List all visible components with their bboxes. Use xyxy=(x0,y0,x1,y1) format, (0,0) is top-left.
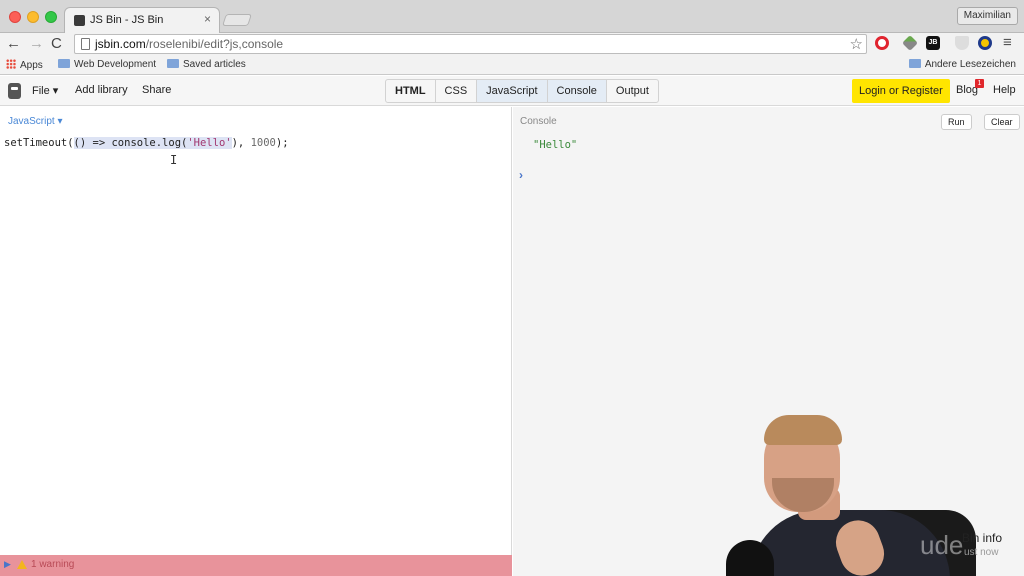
help-link[interactable]: Help xyxy=(993,84,1016,96)
new-tab-button[interactable] xyxy=(222,14,252,26)
file-menu[interactable]: File ▾ xyxy=(32,84,58,97)
jsbin-toolbar: File ▾ Add library Share HTML CSS JavaSc… xyxy=(0,76,1024,106)
code-suffix-b: ); xyxy=(275,137,289,149)
bin-info-timestamp: ust now xyxy=(964,547,999,558)
browser-toolbar: ← → C jsbin.com/roselenibi/edit?js,conso… xyxy=(0,33,1024,56)
bookmark-saved-articles[interactable]: Saved articles xyxy=(167,59,246,70)
add-library-menu[interactable]: Add library xyxy=(75,84,128,96)
udemy-watermark: ude xyxy=(920,530,964,560)
moon-extension-icon[interactable] xyxy=(978,36,992,50)
forward-arrow-icon[interactable]: → xyxy=(29,35,44,53)
warning-icon xyxy=(17,560,27,569)
url-text[interactable]: jsbin.com/roselenibi/edit?js,console xyxy=(95,37,283,51)
bookmark-apps[interactable]: Apps xyxy=(6,59,43,71)
jsbin-favicon-icon xyxy=(74,15,85,26)
folder-icon xyxy=(58,59,70,68)
code-suffix-a: ), xyxy=(231,137,251,149)
bookmark-other-label: Andere Lesezeichen xyxy=(924,59,1016,70)
tab-output[interactable]: Output xyxy=(607,80,658,102)
text-cursor-icon: I xyxy=(170,153,178,167)
bookmark-other[interactable]: Andere Lesezeichen xyxy=(908,59,1016,70)
bookmark-apps-label: Apps xyxy=(20,60,43,71)
minimize-window-button[interactable] xyxy=(27,11,39,23)
blog-notification-badge: 1 xyxy=(975,79,984,88)
code-number: 1000 xyxy=(250,137,276,149)
presenter-hair xyxy=(764,415,842,445)
javascript-editor[interactable]: JavaScript ▾ setTimeout(() => console.lo… xyxy=(0,107,512,555)
address-bar[interactable]: jsbin.com/roselenibi/edit?js,console ☆ xyxy=(74,34,867,54)
jetbrains-extension-icon[interactable]: JB xyxy=(926,36,940,50)
warning-bar[interactable]: ▶ 1 warning xyxy=(0,555,512,576)
url-path: /roselenibi/edit?js,console xyxy=(145,37,284,51)
tab-title: JS Bin - JS Bin xyxy=(90,14,164,26)
tab-javascript[interactable]: JavaScript xyxy=(477,80,548,102)
url-host: jsbin.com xyxy=(95,37,146,51)
code-line[interactable]: setTimeout(() => console.log('Hello'), 1… xyxy=(4,137,289,149)
page-icon xyxy=(81,38,90,50)
code-arrow-fn: () => console.log( xyxy=(73,137,188,149)
bin-info-label[interactable]: Bin info xyxy=(962,531,1002,545)
console-output-line: "Hello" xyxy=(533,139,578,151)
chrome-menu-icon[interactable]: ≡ xyxy=(1003,34,1012,51)
apps-grid-icon xyxy=(6,59,16,69)
back-arrow-icon[interactable]: ← xyxy=(6,35,21,53)
bookmark-label: Saved articles xyxy=(183,59,246,70)
share-menu[interactable]: Share xyxy=(142,84,171,96)
folder-icon xyxy=(908,59,921,68)
run-button[interactable]: Run xyxy=(941,114,972,130)
tab-html[interactable]: HTML xyxy=(386,80,436,102)
color-picker-extension-icon[interactable] xyxy=(902,35,918,51)
login-register-button[interactable]: Login or Register xyxy=(852,79,950,103)
profile-button[interactable]: Maximilian xyxy=(956,7,1018,25)
maximize-window-button[interactable] xyxy=(45,11,57,23)
console-prompt-icon[interactable]: › xyxy=(519,168,523,182)
panel-toggles: HTML CSS JavaScript Console Output xyxy=(385,79,659,103)
browser-tab-bar: JS Bin - JS Bin × Maximilian xyxy=(0,0,1024,33)
opera-extension-icon[interactable] xyxy=(875,36,889,50)
bookmarks-bar: Apps Web Development Saved articles Ande… xyxy=(0,56,1024,75)
bookmark-star-icon[interactable]: ☆ xyxy=(850,35,863,53)
shield-extension-icon[interactable] xyxy=(955,36,969,50)
warning-text[interactable]: 1 warning xyxy=(31,559,74,570)
browser-tab-jsbin[interactable]: JS Bin - JS Bin × xyxy=(64,7,220,33)
clear-button[interactable]: Clear xyxy=(984,114,1020,130)
code-string: 'Hello' xyxy=(187,137,232,149)
close-window-button[interactable] xyxy=(9,11,21,23)
code-prefix: setTimeout( xyxy=(4,137,74,149)
tab-console[interactable]: Console xyxy=(547,80,607,102)
expand-arrow-icon[interactable]: ▶ xyxy=(4,559,11,570)
console-title: Console xyxy=(520,116,557,127)
reload-icon[interactable]: C xyxy=(51,35,62,53)
folder-icon xyxy=(167,59,179,68)
bookmark-web-development[interactable]: Web Development xyxy=(58,59,156,70)
language-selector[interactable]: JavaScript ▾ xyxy=(8,116,62,127)
code-selection: () => console.log('Hello' xyxy=(73,137,232,149)
jsbin-logo-icon[interactable] xyxy=(8,83,21,99)
tab-css[interactable]: CSS xyxy=(436,80,478,102)
tab-close-icon[interactable]: × xyxy=(204,12,211,26)
bookmark-label: Web Development xyxy=(74,59,157,70)
